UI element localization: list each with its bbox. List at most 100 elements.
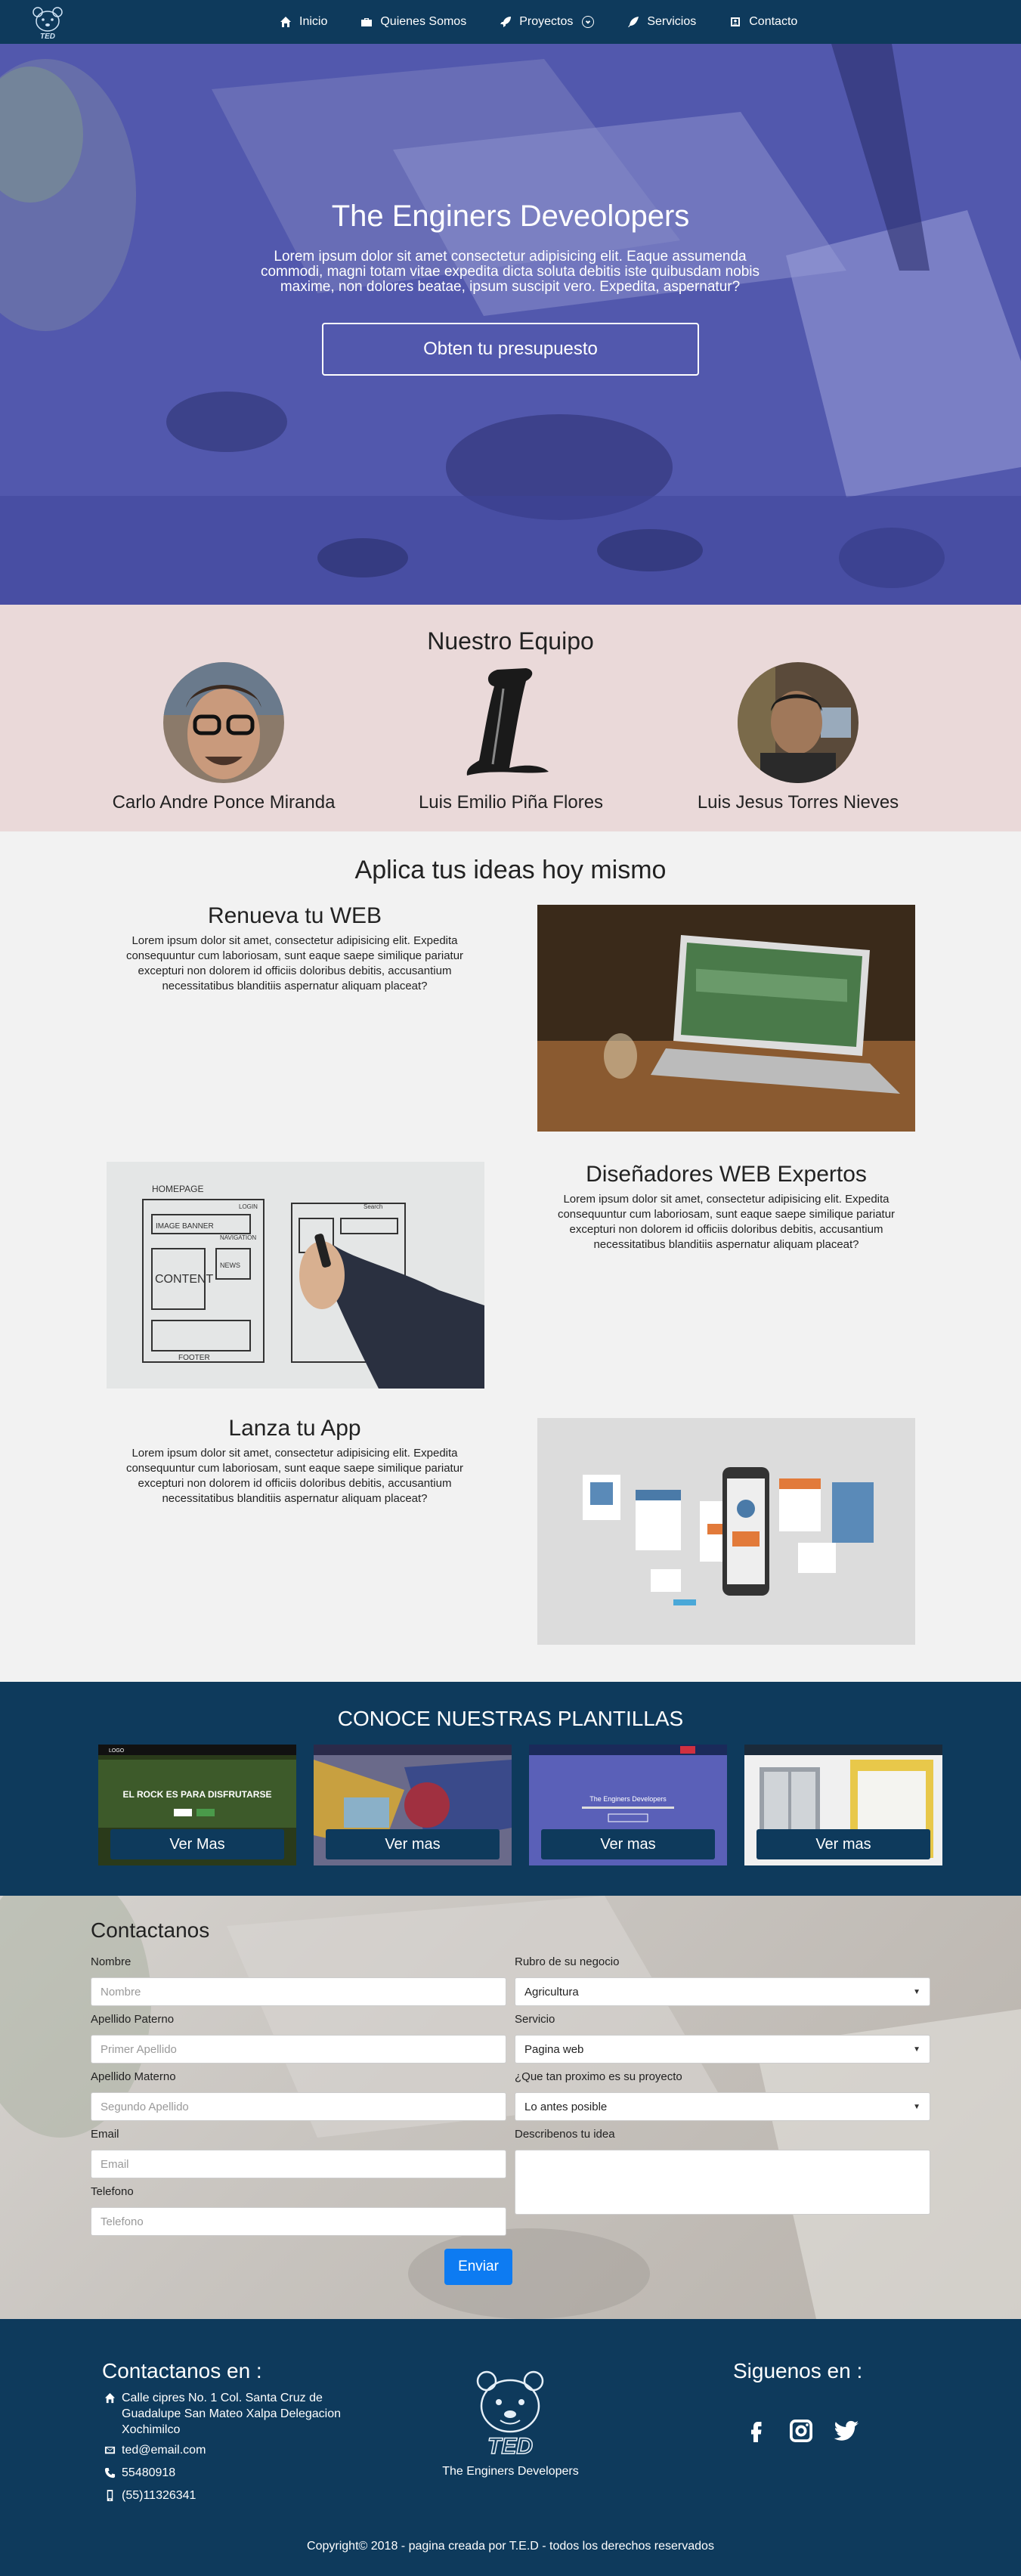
facebook-icon[interactable] xyxy=(741,2416,771,2446)
feature-title: Lanza tu App xyxy=(228,1416,361,1441)
hero-subtitle: Lorem ipsum dolor sit amet consectetur a… xyxy=(260,249,760,295)
nav-label: Inicio xyxy=(299,15,328,28)
view-template-button[interactable]: Ver mas xyxy=(541,1829,715,1859)
feature-block: Diseñadores WEB Expertos Lorem ipsum dol… xyxy=(537,1162,915,1252)
footer-brand: The Enginers Developers xyxy=(442,2465,579,2478)
view-template-button[interactable]: Ver mas xyxy=(756,1829,930,1859)
template-card[interactable]: LOGO EL ROCK ES PARA DISFRUTARSE Ver Mas xyxy=(98,1745,296,1865)
svg-text:LOGO: LOGO xyxy=(109,1748,125,1754)
team-member: Carlo Andre Ponce Miranda xyxy=(80,662,367,813)
ted-logo[interactable]: TED xyxy=(463,2364,558,2460)
team-section: Nuestro Equipo Carlo Andre Ponce Miranda… xyxy=(0,605,1021,831)
nombre-input[interactable]: Nombre xyxy=(91,1977,506,2006)
field-label: Rubro de su negocio xyxy=(515,1955,620,1968)
feature-block: Renueva tu WEB Lorem ipsum dolor sit ame… xyxy=(106,903,484,994)
svg-text:HOMEPAGE: HOMEPAGE xyxy=(152,1184,203,1194)
laptop-image xyxy=(537,905,915,1132)
svg-text:EL ROCK ES PARA DISFRUTARSE: EL ROCK ES PARA DISFRUTARSE xyxy=(123,1789,272,1800)
select-value: Lo antes posible xyxy=(524,2100,608,2113)
chevron-down-icon[interactable] xyxy=(582,16,595,28)
email-input[interactable]: Email xyxy=(91,2150,506,2178)
hero-section: The Enginers Deveolopers Lorem ipsum dol… xyxy=(0,44,1021,605)
dropdown-arrow-icon: ▼ xyxy=(913,2045,920,2054)
dropdown-arrow-icon: ▼ xyxy=(913,2102,920,2111)
idea-textarea[interactable] xyxy=(515,2150,930,2215)
briefcase-icon xyxy=(360,16,373,28)
ted-logo[interactable]: TED xyxy=(29,3,67,41)
nav-label: Contacto xyxy=(749,15,798,28)
template-card[interactable]: The Enginers Developers Ver mas xyxy=(529,1745,727,1865)
svg-text:FOOTER: FOOTER xyxy=(178,1354,210,1362)
avatar xyxy=(450,662,571,783)
get-quote-button[interactable]: Obten tu presupuesto xyxy=(322,323,699,376)
instagram-icon[interactable] xyxy=(786,2416,816,2446)
nav-label: Proyectos xyxy=(519,15,574,28)
field-label: Describenos tu idea xyxy=(515,2128,615,2141)
avatar xyxy=(163,662,284,783)
mobile-icon xyxy=(107,2490,113,2501)
select-value: Pagina web xyxy=(524,2042,584,2056)
nav-servicios[interactable]: Servicios xyxy=(627,15,696,29)
feature-body: Lorem ipsum dolor sit amet, consectetur … xyxy=(125,1447,464,1505)
svg-text:CONTENT: CONTENT xyxy=(155,1273,214,1286)
templates-section: CONOCE NUESTRAS PLANTILLAS LOGO EL ROCK … xyxy=(0,1682,1021,1896)
member-name: Luis Emilio Piña Flores xyxy=(418,792,604,813)
nav-label: Servicios xyxy=(647,15,697,28)
svg-text:NAVIGATION: NAVIGATION xyxy=(220,1234,256,1241)
field-label: Apellido Paterno xyxy=(91,2013,175,2026)
nav-proyectos[interactable]: Proyectos xyxy=(500,15,595,29)
app-ui-image xyxy=(537,1418,915,1645)
nav-label: Quienes Somos xyxy=(380,15,467,28)
select-value: Agricultura xyxy=(524,1985,579,1999)
copyright: Copyright© 2018 - pagina creada por T.E.… xyxy=(307,2540,714,2553)
nav-inicio[interactable]: Inicio xyxy=(280,15,327,29)
nav-quienes-somos[interactable]: Quienes Somos xyxy=(360,15,466,29)
feature-title: Renueva tu WEB xyxy=(207,903,382,928)
twitter-icon[interactable] xyxy=(831,2416,862,2446)
svg-text:The Enginers Developers: The Enginers Developers xyxy=(589,1795,667,1803)
member-name: Luis Jesus Torres Nieves xyxy=(697,792,899,813)
avatar xyxy=(738,662,859,783)
footer-social-title: Siguenos en : xyxy=(733,2359,863,2382)
footer: Contactanos en : Calle cipres No. 1 Col.… xyxy=(0,2319,1021,2576)
field-label: Nombre xyxy=(91,1955,131,1968)
servicio-select[interactable]: Pagina web ▼ xyxy=(515,2035,930,2064)
member-name: Carlo Andre Ponce Miranda xyxy=(112,792,336,813)
footer-address: Calle cipres No. 1 Col. Santa Cruz de Gu… xyxy=(104,2390,346,2438)
home-icon xyxy=(280,16,292,28)
svg-text:NEWS: NEWS xyxy=(220,1262,240,1269)
field-label: Apellido Materno xyxy=(91,2070,176,2083)
hero-title: The Enginers Deveolopers xyxy=(331,200,690,233)
nav-contacto[interactable]: Contacto xyxy=(729,15,797,29)
team-title: Nuestro Equipo xyxy=(427,627,594,655)
template-card[interactable]: Ver mas xyxy=(744,1745,942,1865)
contact-icon xyxy=(729,16,741,28)
proximidad-select[interactable]: Lo antes posible ▼ xyxy=(515,2092,930,2121)
dropdown-arrow-icon: ▼ xyxy=(913,1987,920,1996)
svg-text:TED: TED xyxy=(40,33,55,41)
footer-contact-title: Contactanos en : xyxy=(102,2359,262,2382)
ideas-title: Aplica tus ideas hoy mismo xyxy=(354,856,667,884)
apellido-materno-input[interactable]: Segundo Apellido xyxy=(91,2092,506,2121)
feature-title: Diseñadores WEB Expertos xyxy=(586,1162,867,1187)
navbar: TED Inicio Quienes Somos Proyectos Servi… xyxy=(0,0,1021,44)
rubro-select[interactable]: Agricultura ▼ xyxy=(515,1977,930,2006)
ideas-section: Aplica tus ideas hoy mismo Renueva tu WE… xyxy=(0,831,1021,1682)
view-template-button[interactable]: Ver mas xyxy=(326,1829,500,1859)
feature-body: Lorem ipsum dolor sit amet, consectetur … xyxy=(125,934,464,992)
home-icon xyxy=(104,2392,116,2404)
telefono-input[interactable]: Telefono xyxy=(91,2207,506,2236)
feature-block: Lanza tu App Lorem ipsum dolor sit amet,… xyxy=(106,1416,484,1506)
wireframe-sketch-image: HOMEPAGE IMAGE BANNER CONTENT NEWS FOOTE… xyxy=(107,1162,484,1389)
team-member: Luis Jesus Torres Nieves xyxy=(654,662,942,813)
field-label: Email xyxy=(91,2128,119,2141)
svg-text:TED: TED xyxy=(487,2434,533,2459)
footer-mobile: (55)11326341 xyxy=(104,2488,196,2503)
apellido-paterno-input[interactable]: Primer Apellido xyxy=(91,2035,506,2064)
view-template-button[interactable]: Ver Mas xyxy=(110,1829,284,1859)
template-card[interactable]: Ver mas xyxy=(314,1745,512,1865)
svg-text:Search: Search xyxy=(364,1203,382,1210)
submit-button[interactable]: Enviar xyxy=(444,2249,512,2285)
team-member: Luis Emilio Piña Flores xyxy=(367,662,654,813)
footer-email[interactable]: ted@email.com xyxy=(104,2442,206,2458)
